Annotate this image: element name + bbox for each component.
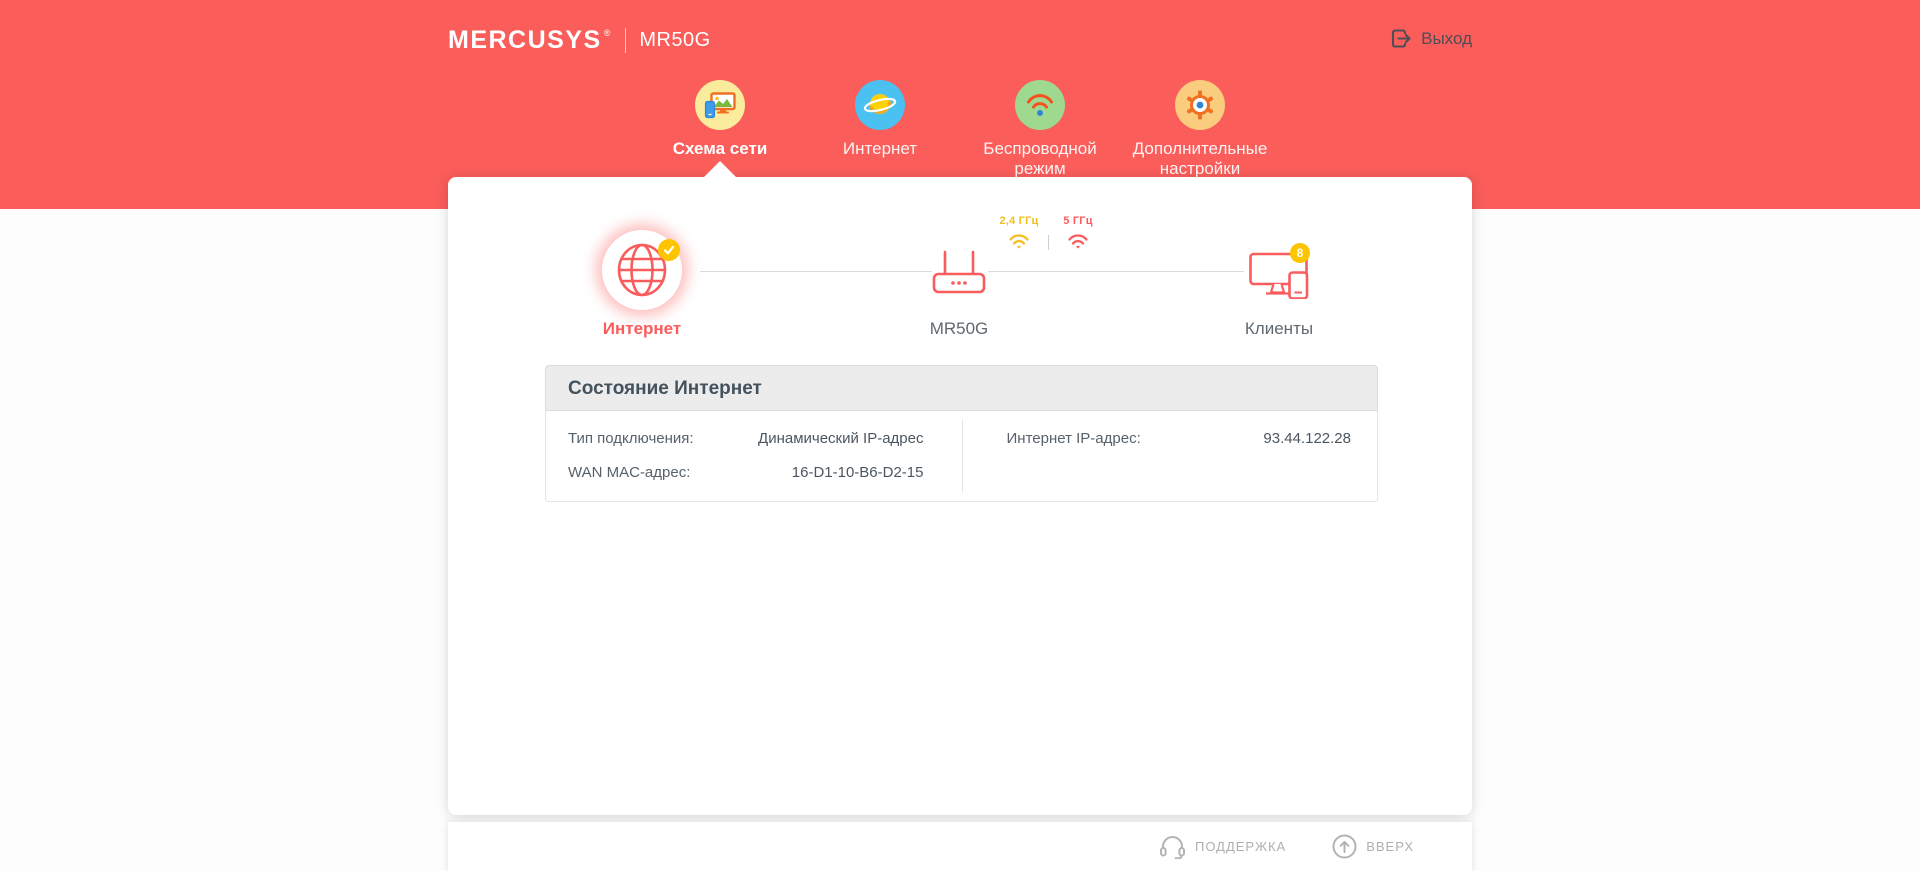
main-nav: Схема сети Интернет [640,80,1280,179]
wifi-bands: 2,4 ГГц 5 ГГц [990,215,1107,250]
row-label: WAN MAC-адрес: [568,464,792,481]
panel-left-column: Тип подключения: Динамический IP-адрес W… [546,421,962,489]
support-label: ПОДДЕРЖКА [1195,839,1286,854]
wifi-signal-icon [1066,231,1090,249]
row-value: 93.44.122.28 [1263,430,1351,447]
support-button[interactable]: ПОДДЕРЖКА [1159,834,1286,859]
tab-wireless-label: Беспроводной режим [966,139,1114,179]
panel-title: Состояние Интернет [545,365,1378,411]
tab-internet-label: Интернет [806,139,954,159]
logout-icon [1389,27,1412,50]
router-node[interactable]: MR50G [904,249,1014,339]
router-node-label: MR50G [904,319,1014,339]
gear-icon [1175,80,1225,130]
arrow-up-circle-icon [1332,834,1357,859]
band-5g-label: 5 ГГц [1049,215,1107,227]
internet-node-label: Интернет [600,319,684,339]
model-name: MR50G [639,29,710,52]
check-icon [662,243,676,257]
internet-node[interactable]: Интернет [600,230,684,339]
connector-line-internet-router [700,271,932,272]
row-value: 16-D1-10-B6-D2-15 [792,464,924,481]
tab-internet[interactable]: Интернет [800,80,960,179]
top-label: ВВЕРХ [1366,839,1414,854]
tab-network-map-label: Схема сети [646,139,794,159]
logout-button[interactable]: Выход [1389,27,1472,50]
band-5g: 5 ГГц [1049,215,1107,249]
clients-count-badge: 8 [1290,243,1310,263]
clients-node[interactable]: 8 Клиенты [1224,243,1334,339]
tab-advanced[interactable]: Дополнительные настройки [1120,80,1280,179]
globe-glow [602,230,682,310]
wifi-signal-icon [1007,231,1031,249]
brand-divider [625,28,626,53]
clients-node-label: Клиенты [1224,319,1334,339]
headset-icon [1159,834,1186,859]
internet-status-panel: Состояние Интернет Тип подключения: Дина… [545,365,1378,502]
row-label: Интернет IP-адрес: [1007,430,1264,447]
mercusys-logo: MERCUSYS [448,26,602,55]
devices-icon-wrap: 8 [1249,243,1309,301]
tab-advanced-label: Дополнительные настройки [1126,139,1274,179]
back-to-top-button[interactable]: ВВЕРХ [1332,834,1414,859]
network-map-icon [695,80,745,130]
logout-label: Выход [1421,29,1472,49]
panel-right-column: Интернет IP-адрес: 93.44.122.28 [962,421,1378,489]
brand: MERCUSYS ® MR50G [448,26,711,55]
registered-mark: ® [604,28,611,38]
footer-bar: ПОДДЕРЖКА ВВЕРХ [448,822,1472,871]
row-value: Динамический IP-адрес [758,430,923,447]
wifi-icon [1015,80,1065,130]
planet-icon [855,80,905,130]
band-2g-label: 2,4 ГГц [990,215,1048,227]
network-diagram: Интернет 2,4 ГГц 5 ГГц [448,177,1472,365]
router-icon [931,249,987,295]
check-badge [658,239,680,261]
status-row-wan-mac: WAN MAC-адрес: 16-D1-10-B6-D2-15 [546,455,962,489]
status-row-internet-ip: Интернет IP-адрес: 93.44.122.28 [962,421,1378,455]
row-label: Тип подключения: [568,430,758,447]
connector-line-router-clients [988,271,1244,272]
panel-body: Тип подключения: Динамический IP-адрес W… [545,411,1378,502]
band-2g: 2,4 ГГц [990,215,1048,249]
status-row-connection-type: Тип подключения: Динамический IP-адрес [546,421,962,455]
tab-wireless[interactable]: Беспроводной режим [960,80,1120,179]
network-map-card: Интернет 2,4 ГГц 5 ГГц [448,177,1472,815]
